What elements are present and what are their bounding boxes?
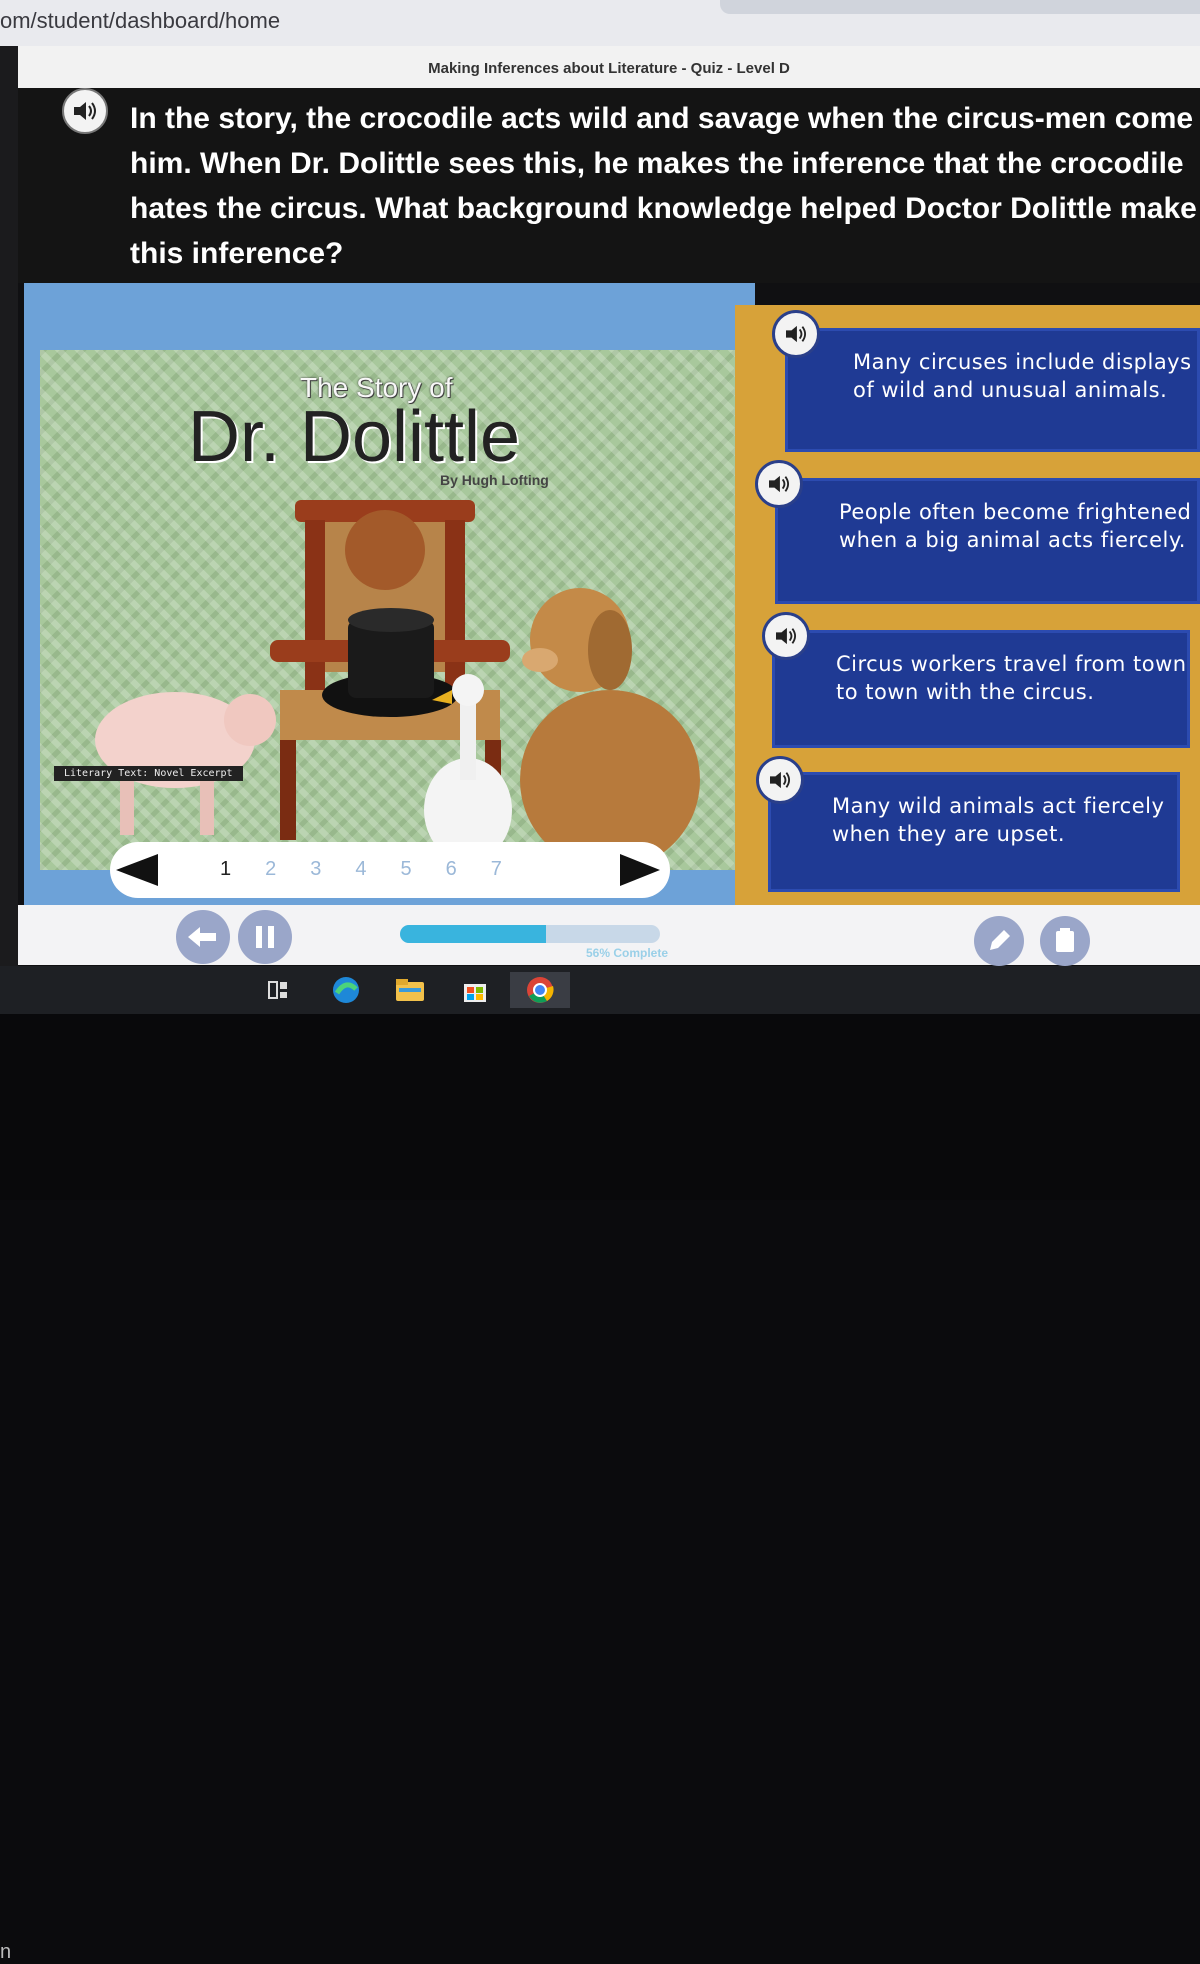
page-number[interactable]: 3	[310, 858, 321, 881]
question-line: In the story, the crocodile acts wild an…	[130, 102, 1194, 135]
answer-text: People often become frightened when a bi…	[839, 500, 1192, 552]
monitor-bezel	[0, 1014, 1200, 1200]
question-text: In the story, the crocodile acts wild an…	[130, 96, 1200, 276]
url-text[interactable]: om/student/dashboard/home	[0, 8, 280, 34]
pencil-icon	[990, 930, 1010, 950]
chrome-icon[interactable]	[510, 972, 570, 1008]
store-icon[interactable]	[455, 972, 495, 1008]
progress-fill	[400, 925, 546, 943]
back-button[interactable]	[176, 910, 230, 964]
task-view-icon[interactable]	[258, 972, 298, 1008]
answer-text: Many circuses include displays of wild a…	[853, 350, 1192, 402]
browser-address-bar[interactable]: om/student/dashboard/home	[0, 0, 1200, 46]
answer-audio-button-3[interactable]	[762, 612, 810, 660]
quiz-title-bar: Making Inferences about Literature - Qui…	[18, 46, 1200, 88]
page-number[interactable]: 1	[220, 858, 231, 881]
page-number[interactable]: 2	[265, 858, 276, 881]
page-numbers: 1 2 3 4 5 6 7	[220, 858, 502, 881]
answer-choice-3[interactable]: Circus workers travel from town to town …	[772, 630, 1190, 748]
speaker-icon	[786, 325, 806, 343]
notepad-icon	[1056, 928, 1074, 952]
back-arrow-icon	[188, 927, 216, 947]
cover-illustration	[95, 500, 700, 870]
previous-page-arrow-icon[interactable]	[116, 854, 158, 886]
pause-button[interactable]	[238, 910, 292, 964]
question-line: this inference?	[130, 237, 344, 270]
answer-audio-button-1[interactable]	[772, 310, 820, 358]
speaker-icon	[776, 627, 796, 645]
book-title: Dr. Dolittle	[188, 397, 521, 477]
edge-browser-icon[interactable]	[326, 972, 366, 1008]
page-number[interactable]: 7	[491, 858, 502, 881]
page-navigator: 1 2 3 4 5 6 7	[110, 842, 670, 898]
left-edge	[0, 46, 18, 966]
answer-audio-button-2[interactable]	[755, 460, 803, 508]
pause-icon	[256, 926, 274, 948]
pencil-button[interactable]	[974, 916, 1024, 966]
answer-choice-2[interactable]: People often become frightened when a bi…	[775, 478, 1200, 604]
quiz-title: Making Inferences about Literature - Qui…	[428, 60, 790, 77]
progress-label: 56% Complete	[586, 946, 669, 960]
answer-audio-button-4[interactable]	[756, 756, 804, 804]
taskbar-edge-text: n	[0, 1941, 12, 1963]
pig-image	[95, 692, 276, 835]
file-explorer-icon[interactable]	[390, 972, 430, 1008]
page-number[interactable]: 4	[355, 858, 366, 881]
notepad-button[interactable]	[1040, 916, 1090, 966]
next-page-arrow-icon[interactable]	[620, 854, 660, 886]
browser-tab-strip	[720, 0, 1200, 14]
dog-image	[520, 588, 700, 870]
page-number[interactable]: 6	[446, 858, 457, 881]
progress-bar	[400, 925, 660, 943]
answer-text: Many wild animals act fiercely when they…	[832, 794, 1165, 846]
literary-text-tag: Literary Text: Novel Excerpt	[54, 766, 243, 781]
page-number[interactable]: 5	[401, 858, 412, 881]
book-author: By Hugh Lofting	[440, 472, 549, 488]
question-line: hates the circus. What background knowle…	[130, 192, 1197, 225]
speaker-icon	[74, 102, 96, 120]
answer-choice-1[interactable]: Many circuses include displays of wild a…	[785, 328, 1200, 452]
speaker-icon	[769, 475, 789, 493]
speaker-icon	[770, 771, 790, 789]
question-audio-button[interactable]	[62, 88, 108, 134]
answer-choice-4[interactable]: Many wild animals act fiercely when they…	[768, 772, 1180, 892]
question-line: him. When Dr. Dolittle sees this, he mak…	[130, 147, 1184, 180]
answer-text: Circus workers travel from town to town …	[836, 652, 1187, 704]
